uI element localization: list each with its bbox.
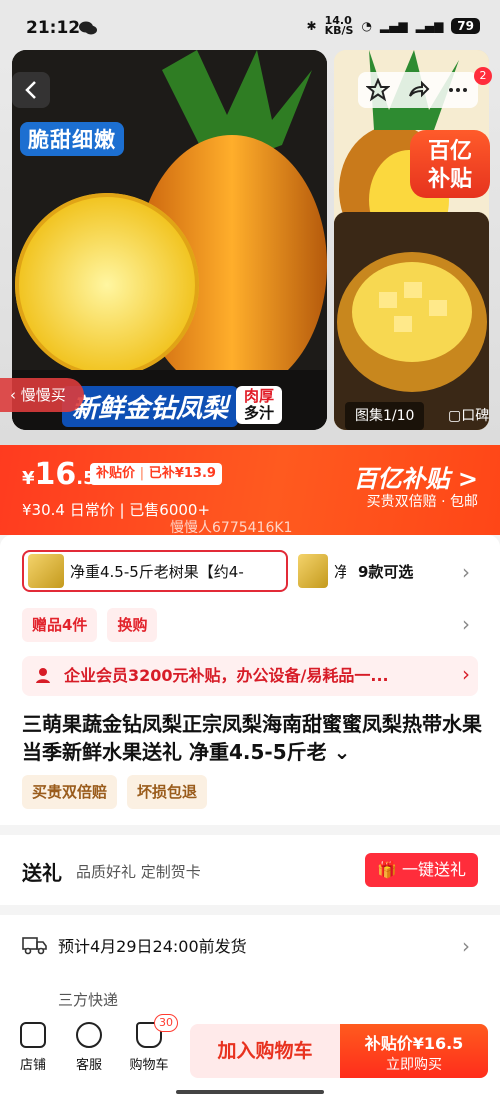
brand-guarantee: 买贵双倍赔 · 包邮: [366, 494, 478, 510]
image-banner-juicy: 肉厚 多汁: [236, 386, 283, 424]
net-speed: 14.0 KB/S: [324, 14, 354, 37]
gift-section: 送礼 品质好礼 定制贺卡 🎁 一键送礼: [0, 835, 500, 905]
subsidy-amount: 已补¥13.9: [148, 466, 216, 481]
juicy-line-1: 肉厚: [244, 387, 275, 405]
enterprise-promo[interactable]: 企业会员3200元补贴，办公设备/易耗品一...: [22, 656, 478, 696]
back-button[interactable]: [12, 72, 50, 108]
reviews-tab[interactable]: ▢口碑: [448, 402, 489, 430]
battery-icon: 79: [451, 18, 480, 34]
gift-section-label: 送礼: [22, 861, 62, 885]
buy-now-button[interactable]: 补贴价¥16.5 立即购买: [340, 1024, 488, 1078]
juicy-line-2: 多汁: [244, 404, 275, 422]
more-icon[interactable]: [446, 78, 470, 102]
nav-cart-label: 购物车: [129, 1058, 169, 1073]
slow-buy-tab[interactable]: ‹ 慢慢买: [0, 378, 84, 412]
chevron-right-icon[interactable]: ›: [462, 612, 470, 636]
image-tag-crisp: 脆甜细嫩: [20, 122, 124, 156]
home-indicator: [176, 1090, 324, 1094]
chevron-left-icon: ‹: [10, 386, 21, 404]
chevron-right-icon[interactable]: ›: [462, 662, 470, 686]
brand-subsidy-title[interactable]: 百亿补贴 >: [354, 459, 478, 494]
subsidy-separator: |: [135, 466, 149, 481]
chevron-right-icon[interactable]: ›: [462, 560, 470, 584]
nav-service[interactable]: 客服: [64, 1022, 114, 1073]
buy-now-label: 立即购买: [386, 1057, 442, 1073]
sku-thumbnail: [28, 554, 64, 588]
signal-icon: ▂▄▆: [379, 19, 408, 33]
brand-subsidy-tile: 百亿 补贴: [410, 130, 490, 198]
bluetooth-icon: ✱: [306, 19, 317, 33]
add-to-cart-button[interactable]: 加入购物车: [190, 1024, 340, 1078]
user-icon: [36, 668, 50, 683]
signal-icon: ▂▄▆: [415, 19, 444, 33]
price-main: ¥16.5: [22, 457, 96, 492]
chevron-down-icon[interactable]: ⌄: [327, 740, 351, 764]
gift-icon: 🎁: [376, 860, 402, 879]
service-tag: 坏损包退: [127, 775, 208, 809]
shop-icon: [20, 1022, 46, 1048]
status-icons: ✱ 14.0 KB/S ◔ ▂▄▆ ▂▄▆ 79: [306, 14, 480, 37]
subsidy-pill: 补贴价 | 已补¥13.9: [90, 463, 222, 485]
sku-next-label: 净重: [334, 562, 346, 581]
wifi-icon: ◔: [361, 19, 372, 33]
brand-tile-line2: 补贴: [427, 167, 472, 192]
sku-selected-label: 净重4.5-5斤老树果【约4-: [70, 562, 244, 581]
send-gift-button[interactable]: 🎁 一键送礼: [364, 853, 478, 887]
watermark-text: 慢慢人6775416K1: [170, 520, 293, 536]
sku-thumbnail: [298, 554, 328, 588]
main-product-image[interactable]: [12, 50, 327, 430]
subsidy-label: 补贴价: [96, 466, 136, 481]
star-icon[interactable]: [366, 78, 390, 102]
pineapple-illustration: [12, 50, 327, 430]
shipping-carrier: 三方快递: [58, 991, 119, 1009]
gift-section-sub: 品质好礼 定制贺卡: [76, 863, 201, 881]
truck-icon: [22, 937, 47, 955]
chevron-right-icon[interactable]: ›: [462, 934, 470, 958]
product-title-text: 三萌果蔬金钻凤梨正宗凤梨海南甜蜜蜜凤梨热带水果当季新鲜水果送礼 净重4.5-5斤…: [22, 712, 482, 764]
promo-text: 企业会员3200元补贴，办公设备/易耗品一...: [64, 666, 389, 685]
status-time: 21:12: [26, 18, 81, 38]
cart-count-badge: 30: [154, 1014, 178, 1032]
image-banner-name: 新鲜金钻凤梨: [62, 386, 239, 427]
side-image-2[interactable]: [334, 212, 489, 430]
reviews-label: 口碑: [461, 408, 490, 424]
sku-count[interactable]: 9款可选: [358, 561, 413, 582]
gift-chip[interactable]: 赠品4件: [22, 608, 98, 642]
sku-next[interactable]: 净重: [298, 554, 346, 588]
send-gift-label: 一键送礼: [401, 860, 466, 879]
slow-buy-label: 慢慢买: [20, 386, 66, 404]
pineapple-chunks-illustration: [334, 212, 489, 430]
bottom-action-bar: 店铺 客服 30 购物车 加入购物车 补贴价¥16.5 立即购买: [0, 1010, 500, 1100]
gallery-counter[interactable]: 图集1/10: [345, 402, 425, 430]
share-icon[interactable]: [406, 78, 430, 102]
brand-tile-line1: 百亿: [427, 139, 472, 164]
price-integer: 16: [34, 457, 77, 492]
swap-chip[interactable]: 换购: [107, 608, 158, 642]
shipping-eta: 预计4月29日24:00前发货: [58, 937, 247, 956]
sku-selected[interactable]: 净重4.5-5斤老树果【约4-: [22, 550, 288, 592]
buy-now-price: 补贴价¥16.5: [364, 1034, 464, 1053]
price-band: ¥16.5 补贴价 | 已补¥13.9 ¥30.4 日常价 | 已售6000+ …: [0, 445, 500, 536]
sku-selector[interactable]: 净重4.5-5斤老树果【约4- 净重 9款可选: [22, 548, 482, 594]
product-title[interactable]: 三萌果蔬金钻凤梨正宗凤梨海南甜蜜蜜凤梨热带水果当季新鲜水果送礼 净重4.5-5斤…: [22, 710, 482, 766]
wechat-icon: [79, 21, 97, 35]
gift-row[interactable]: 赠品4件 换购: [22, 608, 158, 642]
service-icon: [76, 1022, 102, 1048]
nav-service-label: 客服: [75, 1058, 102, 1073]
service-tag: 买贵双倍赔: [22, 775, 118, 809]
nav-shop[interactable]: 店铺: [8, 1022, 58, 1073]
nav-cart[interactable]: 30 购物车: [124, 1014, 178, 1073]
gallery-count-label: 图集1/10: [355, 408, 415, 424]
service-tags: 买贵双倍赔 坏损包退: [22, 775, 208, 809]
top-actions: [358, 72, 478, 108]
notification-badge: 2: [474, 67, 492, 85]
chevron-left-icon: [25, 81, 36, 99]
square-icon: ▢: [448, 408, 462, 424]
currency-symbol: ¥: [22, 468, 35, 489]
nav-shop-label: 店铺: [19, 1058, 46, 1073]
